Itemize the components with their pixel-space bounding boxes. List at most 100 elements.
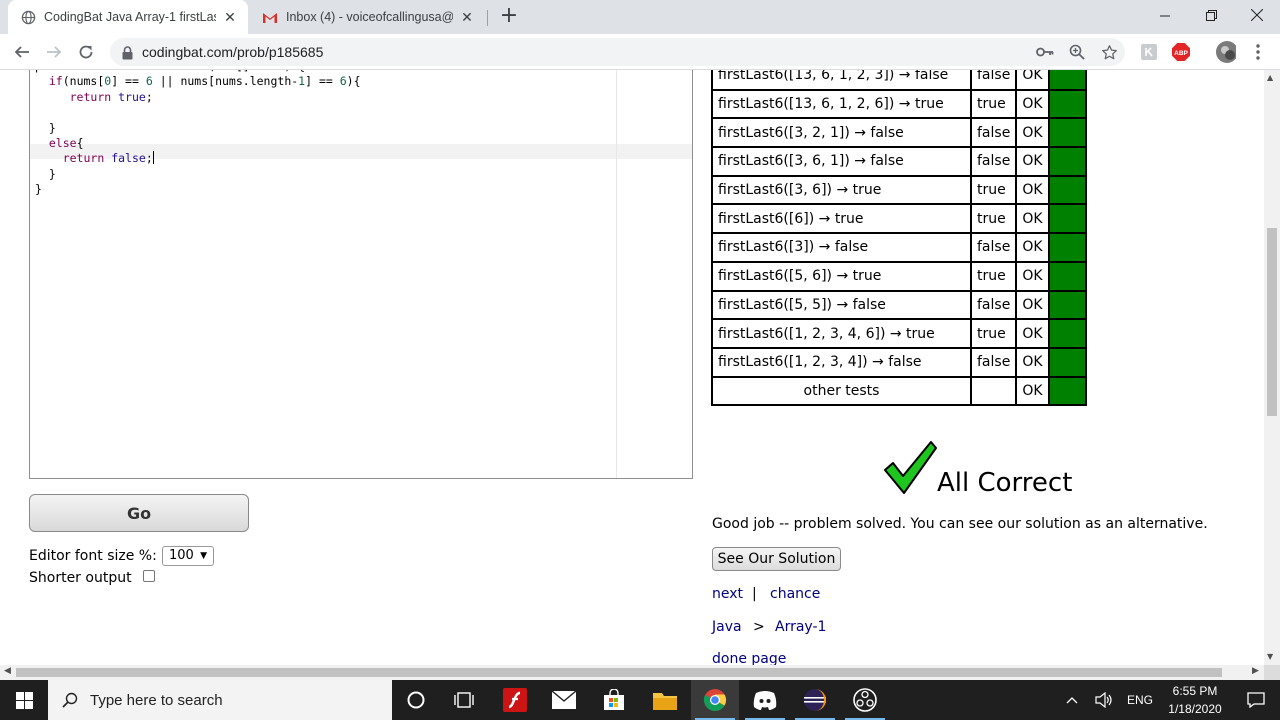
run-value-cell: false: [969, 117, 1018, 149]
obs-icon[interactable]: [841, 680, 889, 720]
next-link[interactable]: next: [712, 586, 743, 602]
status-cell: OK: [1015, 375, 1050, 407]
scroll-thumb[interactable]: [16, 668, 1222, 677]
lock-icon[interactable]: [122, 45, 133, 64]
vertical-scrollbar[interactable]: ▲ ▼: [1264, 70, 1280, 665]
other-tests-row: other tests OK: [711, 375, 1087, 407]
status-cell: OK: [1015, 232, 1050, 263]
dropdown-arrow-icon: ▼: [200, 551, 207, 561]
bookmark-star-icon[interactable]: [1100, 43, 1118, 61]
close-window-icon[interactable]: [1234, 0, 1280, 30]
tab-codingbat[interactable]: CodingBat Java Array-1 firstLast6 ✕: [8, 0, 248, 34]
clock-date[interactable]: 1/18/2020: [1160, 702, 1230, 716]
code-text[interactable]: public boolean firstLast6(int[] nums) { …: [35, 70, 361, 198]
font-size-label: Editor font size %:: [29, 548, 157, 564]
key-icon[interactable]: [1036, 43, 1054, 61]
mail-app-icon[interactable]: [540, 680, 588, 720]
test-result-row: firstLast6([13, 6, 1, 2, 6]) → true true O…: [711, 88, 1087, 120]
back-icon[interactable]: [10, 40, 34, 64]
scroll-up-icon[interactable]: ▲: [1267, 73, 1273, 82]
breadcrumb-array-link[interactable]: Array-1: [775, 619, 826, 635]
zoom-icon[interactable]: [1068, 43, 1086, 61]
test-result-row: firstLast6([5, 6]) → true true OK: [711, 260, 1087, 292]
checkmark-icon: [884, 441, 937, 494]
shorter-output-checkbox[interactable]: [143, 570, 155, 582]
horizontal-scrollbar[interactable]: ◀ ▶: [0, 665, 1264, 680]
see-solution-button[interactable]: See Our Solution: [712, 547, 841, 571]
pass-indicator-cell: [1047, 146, 1087, 177]
status-cell: OK: [1015, 88, 1050, 120]
breadcrumb-java-link[interactable]: Java: [712, 619, 742, 635]
expected-cell: firstLast6([13, 6, 1, 2, 6]) → true: [711, 88, 972, 120]
volume-icon[interactable]: [1084, 680, 1124, 720]
scrollbar-corner: [1264, 665, 1280, 680]
search-placeholder: Type here to search: [90, 691, 223, 709]
action-center-icon[interactable]: [1232, 680, 1280, 720]
code-editor[interactable]: public boolean firstLast6(int[] nums) { …: [29, 70, 693, 479]
extension-icon[interactable]: [1139, 42, 1159, 62]
file-explorer-icon[interactable]: [641, 680, 689, 720]
tab-title: Inbox (4) - voiceofcallingusa@gm: [286, 10, 453, 24]
run-value-cell: false: [969, 70, 1018, 91]
run-value-cell: true: [969, 88, 1018, 120]
test-result-row: firstLast6([5, 5]) → false false OK: [711, 289, 1087, 321]
status-cell: OK: [1015, 346, 1050, 378]
chrome-icon[interactable]: [691, 680, 739, 720]
pass-indicator-cell: [1047, 289, 1087, 321]
test-result-row: firstLast6([1, 2, 3, 4]) → false false OK: [711, 346, 1087, 378]
all-correct-message: All Correct: [937, 468, 1073, 498]
forward-icon[interactable]: [42, 40, 66, 64]
go-button[interactable]: Go: [29, 494, 249, 532]
task-view-icon[interactable]: [440, 680, 488, 720]
eclipse-icon[interactable]: [791, 680, 839, 720]
new-tab-icon[interactable]: +: [498, 5, 520, 28]
other-tests-label: other tests: [711, 375, 972, 407]
tab-strip: CodingBat Java Array-1 firstLast6 ✕ Inbo…: [0, 0, 1280, 34]
code-line: return false;: [62, 151, 154, 166]
expected-cell: firstLast6([1, 2, 3, 4]) → false: [711, 346, 972, 378]
browser-toolbar: codingbat.com/prob/p185685 ABP: [0, 34, 1280, 70]
windows-logo-icon: [15, 691, 33, 709]
adblock-icon[interactable]: ABP: [1171, 42, 1191, 62]
menu-kebab-icon[interactable]: [1248, 42, 1268, 62]
minimize-icon[interactable]: [1142, 0, 1188, 30]
pass-indicator-cell: [1047, 318, 1087, 349]
run-value-cell: false: [969, 289, 1018, 321]
restore-icon[interactable]: [1188, 0, 1234, 30]
taskbar-search-box[interactable]: Type here to search: [48, 680, 392, 720]
scroll-right-icon[interactable]: ▶: [1252, 666, 1259, 676]
test-result-row: firstLast6([6]) → true true OK: [711, 203, 1087, 235]
tab-gmail[interactable]: Inbox (4) - voiceofcallingusa@gm ✕: [250, 0, 485, 34]
chance-link[interactable]: chance: [770, 586, 820, 602]
done-page-link[interactable]: done page: [712, 651, 786, 665]
test-result-row: firstLast6([3]) → false false OK: [711, 232, 1087, 263]
expected-cell: firstLast6([5, 5]) → false: [711, 289, 972, 321]
font-size-select[interactable]: 100 ▼: [162, 546, 214, 566]
address-bar[interactable]: codingbat.com/prob/p185685: [110, 38, 1125, 66]
breadcrumb-separator: >: [753, 619, 765, 635]
run-value-cell: [969, 375, 1018, 407]
test-result-row: firstLast6([3, 2, 1]) → false false OK: [711, 117, 1087, 149]
scroll-down-icon[interactable]: ▼: [1267, 652, 1273, 661]
status-cell: OK: [1015, 318, 1050, 349]
scroll-thumb[interactable]: [1267, 228, 1277, 416]
pass-indicator-cell: [1047, 174, 1087, 206]
flash-player-icon[interactable]: [491, 680, 539, 720]
scroll-left-icon[interactable]: ◀: [4, 666, 11, 676]
code-line: if(nums[0] == 6 || nums[nums.length-1] =…: [48, 74, 361, 89]
code-line: public boolean firstLast6(int[] nums) {: [35, 70, 305, 73]
language-indicator[interactable]: ENG: [1122, 693, 1158, 707]
start-button[interactable]: [0, 680, 48, 720]
clock-time[interactable]: 6:55 PM: [1160, 684, 1230, 698]
store-icon[interactable]: [590, 680, 638, 720]
expected-cell: firstLast6([13, 6, 1, 2, 3]) → false: [711, 70, 972, 91]
good-job-message: Good job -- problem solved. You can see …: [712, 516, 1208, 532]
run-value-cell: true: [969, 260, 1018, 292]
cortana-icon[interactable]: [392, 680, 440, 720]
reload-icon[interactable]: [74, 40, 98, 64]
close-tab-icon[interactable]: ✕: [222, 9, 238, 25]
discord-icon[interactable]: [741, 680, 789, 720]
profile-avatar-icon[interactable]: [1216, 41, 1236, 63]
expected-cell: firstLast6([3]) → false: [711, 232, 972, 263]
close-tab-icon[interactable]: ✕: [459, 9, 475, 25]
